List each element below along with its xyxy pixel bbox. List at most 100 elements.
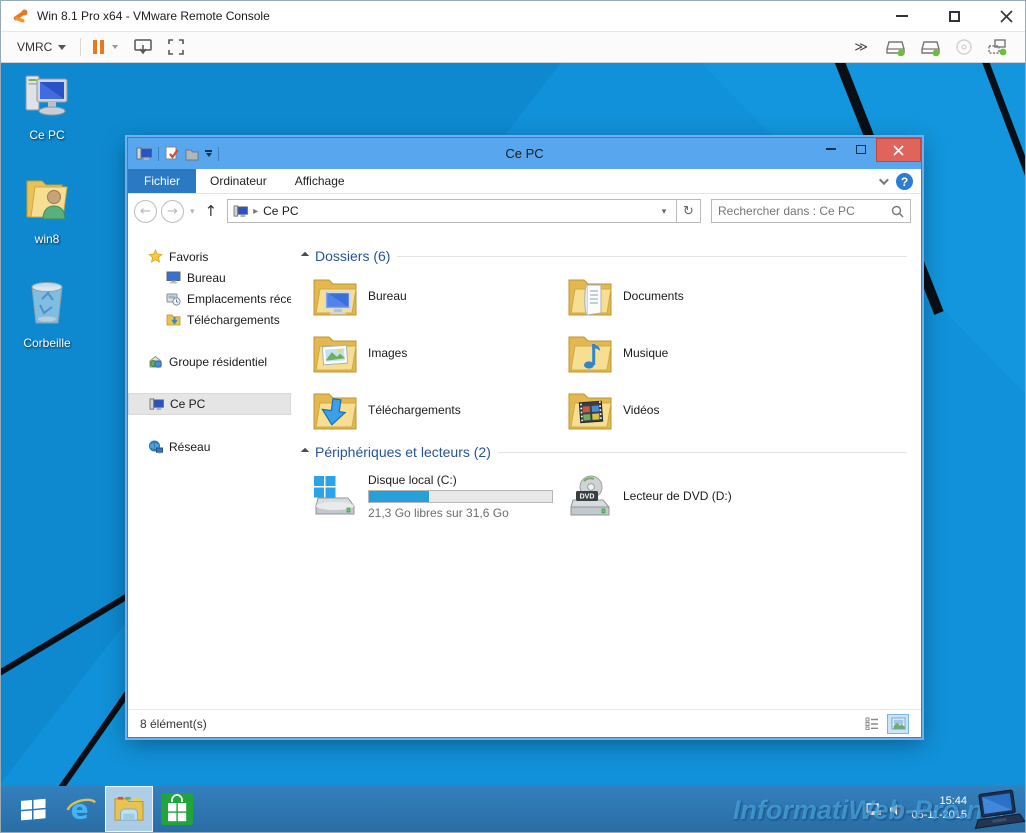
folder-tile-videos[interactable]: Vidéos (567, 386, 822, 434)
section-header-peripheriques[interactable]: Périphériques et lecteurs (2) (300, 444, 921, 460)
suspend-options-chevron-icon[interactable] (112, 45, 119, 49)
drive-label: Disque local (C:) (368, 472, 457, 487)
folders-grid: Bureau Documents Images Musique Téléchar… (300, 272, 921, 434)
address-dropdown-chevron-icon[interactable]: ▾ (652, 200, 676, 222)
vmrc-close-button[interactable] (995, 7, 1017, 25)
recent-places-icon (166, 293, 181, 306)
search-icon[interactable] (891, 205, 904, 218)
refresh-button[interactable]: ↻ (676, 200, 700, 222)
network-adapter-device-button[interactable] (987, 38, 1008, 56)
drive-tile-dvd[interactable]: DVD Lecteur de DVD (D:) (567, 468, 822, 524)
watermark-laptop-image (974, 789, 1025, 829)
desktop-icon-recycle-bin[interactable]: Corbeille (1, 279, 93, 350)
local-disk-icon (314, 476, 355, 515)
folder-tile-musique[interactable]: Musique (567, 329, 822, 377)
volume-muted-icon[interactable] (888, 802, 905, 817)
desktop-icon-label: win8 (34, 232, 60, 246)
thumbnails-view-button[interactable] (887, 713, 909, 734)
chevron-down-icon (58, 44, 67, 50)
back-button[interactable]: ← (134, 199, 157, 223)
fullscreen-button[interactable] (167, 38, 185, 56)
send-ctrl-alt-del-button[interactable] (133, 38, 153, 56)
toolbar-separator (80, 38, 82, 56)
windows-start-icon (21, 798, 46, 821)
vmrc-minimize-button[interactable] (891, 7, 913, 25)
cd-rom-device-button[interactable] (955, 38, 973, 56)
sidebar-item-telechargements[interactable]: Téléchargements (128, 309, 291, 330)
toolbar-overflow-button[interactable]: ≫ (854, 40, 868, 55)
taskbar-store-button[interactable] (153, 786, 201, 832)
star-icon (148, 249, 163, 263)
items-view: Dossiers (6) Bureau Documents Images Mus… (291, 228, 921, 709)
up-one-level-button[interactable]: ↑ (205, 202, 218, 220)
explorer-close-button[interactable] (876, 138, 921, 162)
help-button[interactable]: ? (896, 173, 913, 190)
downloads-folder-icon (313, 393, 357, 430)
drive-tile-c[interactable]: Disque local (C:) 21,3 Go libres sur 31,… (312, 468, 567, 524)
folder-tile-bureau[interactable]: Bureau (312, 272, 567, 320)
desktop-icon-this-pc[interactable]: Ce PC (1, 73, 93, 142)
ribbon-collapse-chevron-icon[interactable] (878, 175, 889, 186)
sidebar-item-favoris[interactable]: Favoris (128, 246, 291, 267)
properties-button[interactable] (165, 146, 179, 161)
suspend-vm-button[interactable] (89, 40, 108, 54)
tab-affichage[interactable]: Affichage (281, 169, 359, 193)
send-ctrl-alt-del-icon (134, 39, 153, 55)
folder-tile-images[interactable]: Images (312, 329, 567, 377)
vmrc-application-window: Win 8.1 Pro x64 - VMware Remote Console … (0, 0, 1026, 833)
search-box[interactable] (711, 199, 911, 223)
collapse-triangle-icon[interactable] (300, 251, 310, 261)
hard-disk-2-device-button[interactable] (920, 38, 941, 56)
network-status-icon[interactable] (865, 802, 882, 817)
vmrc-menu-button[interactable]: VMRC (11, 36, 72, 58)
taskbar-internet-explorer-button[interactable]: e (57, 786, 105, 832)
recycle-bin-icon (31, 282, 63, 324)
customize-qat-button[interactable] (205, 149, 212, 158)
taskbar-clock[interactable]: 15:44 05-11-2015 (912, 795, 967, 823)
vm-desktop: Ce PC win8 Corbeille Ce PC Fichier Ordin… (1, 63, 1025, 832)
sidebar-item-reseau[interactable]: Réseau (128, 436, 291, 457)
file-explorer-icon (114, 796, 144, 821)
folder-tile-documents[interactable]: Documents (567, 272, 822, 320)
sidebar-item-bureau[interactable]: Bureau (128, 267, 291, 288)
sidebar-item-emplacements-recents[interactable]: Emplacements récents (128, 288, 291, 309)
sidebar-item-label: Téléchargements (187, 312, 280, 327)
fullscreen-icon (168, 39, 185, 55)
address-bar[interactable]: ▸ Ce PC ▾ ↻ (227, 199, 701, 223)
quick-access-toolbar (136, 146, 219, 161)
collapse-triangle-icon[interactable] (300, 447, 310, 457)
breadcrumb[interactable]: ▸ Ce PC (233, 204, 652, 218)
new-folder-button[interactable] (185, 147, 199, 161)
navigation-pane: Favoris Bureau Emplacements réce Télécha… (128, 228, 291, 709)
tab-ordinateur[interactable]: Ordinateur (196, 169, 281, 193)
drive-free-space: 21,3 Go libres sur 31,6 Go (368, 505, 509, 520)
dvd-drive-icon: DVD (570, 475, 610, 516)
sidebar-item-groupe-residentiel[interactable]: Groupe résidentiel (128, 351, 291, 372)
desktop-folder-icon (313, 279, 357, 316)
section-header-dossiers[interactable]: Dossiers (6) (300, 248, 921, 264)
vmware-logo-icon (13, 9, 28, 23)
hard-disk-1-device-button[interactable] (885, 38, 906, 56)
computer-icon (136, 147, 152, 160)
search-input[interactable] (718, 204, 891, 218)
taskbar-file-explorer-button[interactable] (105, 786, 153, 832)
sidebar-item-ce-pc[interactable]: Ce PC (128, 393, 291, 415)
vmrc-menu-label: VMRC (17, 40, 53, 54)
start-button[interactable] (9, 786, 57, 832)
forward-button[interactable]: → (161, 199, 184, 223)
clock-date: 05-11-2015 (911, 809, 967, 821)
computer-icon (149, 398, 164, 410)
vmrc-maximize-button[interactable] (943, 7, 965, 25)
qat-separator (218, 146, 219, 161)
tab-fichier[interactable]: Fichier (128, 169, 197, 193)
explorer-maximize-button[interactable] (846, 138, 876, 160)
sidebar-item-label: Emplacements récents (187, 291, 291, 306)
desktop-icon-win8-folder[interactable]: win8 (1, 175, 93, 246)
details-view-button[interactable] (861, 714, 883, 734)
breadcrumb-arrow-icon: ▸ (253, 205, 259, 217)
recent-locations-chevron-icon[interactable]: ▾ (190, 206, 195, 217)
explorer-titlebar[interactable]: Ce PC (128, 138, 921, 169)
folder-tile-telechargements[interactable]: Téléchargements (312, 386, 567, 434)
thumbnails-view-icon (891, 717, 905, 730)
explorer-minimize-button[interactable] (816, 138, 846, 160)
